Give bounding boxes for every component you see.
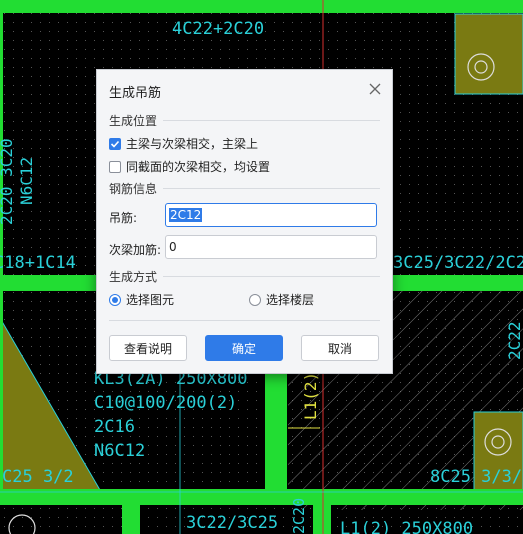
cad-label-right-vertical: 2C22 <box>505 321 523 360</box>
radio-select-element[interactable] <box>109 293 121 306</box>
divider <box>163 120 380 121</box>
cad-label-top: 4C22+2C20 <box>172 19 264 39</box>
help-button[interactable]: 查看说明 <box>109 335 187 361</box>
check-icon <box>110 140 120 148</box>
check-same-section-label: 同截面的次梁相交，均设置 <box>126 160 271 174</box>
column-top-right <box>454 13 523 95</box>
divider <box>163 276 380 277</box>
dialog-title: 生成吊筋 <box>109 86 162 101</box>
check-same-section-checkbox[interactable] <box>109 160 121 173</box>
hanger-label: 吊筋: <box>109 211 138 225</box>
cad-label-bottom-mid-vertical: 2C20 <box>290 498 308 534</box>
section-position-heading: 生成位置 <box>109 114 158 128</box>
beam-bottom-vertical-1 <box>122 505 140 534</box>
secondary-rebar-label: 次梁加筋: <box>109 243 162 257</box>
divider <box>109 320 380 321</box>
radio-select-floor-label: 选择楼层 <box>266 293 315 307</box>
cad-label-block-3: 2C16 <box>94 417 135 437</box>
beam-bottom <box>0 489 523 505</box>
section-mode-heading: 生成方式 <box>109 270 158 284</box>
hanger-input[interactable]: 2C12 <box>165 203 377 227</box>
cancel-button[interactable]: 取消 <box>301 335 379 361</box>
secondary-rebar-input[interactable]: 0 <box>165 235 377 259</box>
beam-bottom-vertical-2 <box>313 505 331 534</box>
radio-select-floor[interactable] <box>249 293 261 306</box>
cad-label-mid-vertical: L1(2) <box>301 372 320 420</box>
beam-top <box>0 0 523 13</box>
secondary-rebar-value: 0 <box>169 240 177 254</box>
radio-select-floor-row[interactable]: 选择楼层 <box>249 291 314 308</box>
hanger-value: 2C12 <box>169 208 203 222</box>
generate-hanger-dialog: 生成吊筋 生成位置 主梁与次梁相交，主梁上 同截面的次梁相交，均设置 钢筋信息 … <box>96 69 393 374</box>
check-main-beam-checkbox[interactable] <box>109 137 121 150</box>
section-rebar-heading: 钢筋信息 <box>109 182 158 196</box>
cad-label-bottom-left: C25 3/2 <box>2 467 74 487</box>
radio-select-element-label: 选择图元 <box>126 293 175 307</box>
cad-label-bottom-mid: 3C22/3C25 <box>186 513 278 533</box>
check-same-section-row[interactable]: 同截面的次梁相交，均设置 <box>109 158 270 175</box>
radio-select-element-row[interactable]: 选择图元 <box>109 291 174 308</box>
cad-label-bottom-right: 8C25 3/3/2 <box>430 467 523 487</box>
cad-label-right-beam: 3C25/3C22/2C2 <box>393 253 523 273</box>
cad-label-left-beam: C18+1C14 <box>0 253 76 273</box>
cad-label-bottom-right-2: L1(2) 250X800 <box>340 519 473 534</box>
divider <box>163 188 380 189</box>
ok-button[interactable]: 确定 <box>205 335 283 361</box>
cad-label-block-2: C10@100/200(2) <box>94 393 237 413</box>
check-main-beam-label: 主梁与次梁相交，主梁上 <box>126 137 259 151</box>
cad-label-left-vertical-2: 2C20 3C20 <box>0 138 16 225</box>
check-main-beam-row[interactable]: 主梁与次梁相交，主梁上 <box>109 135 258 152</box>
cad-label-block-4: N6C12 <box>94 441 145 461</box>
cad-label-left-vertical: N6C12 <box>17 157 36 205</box>
close-icon[interactable] <box>366 80 384 98</box>
